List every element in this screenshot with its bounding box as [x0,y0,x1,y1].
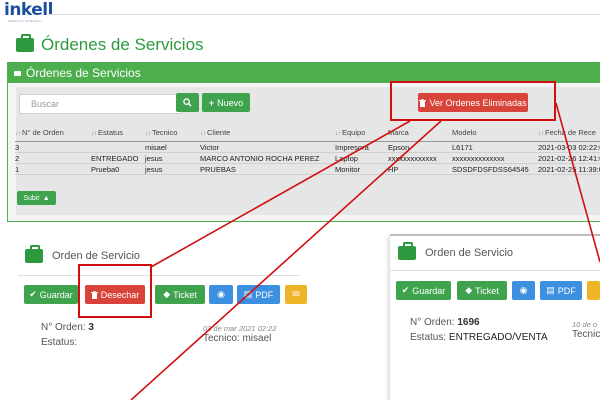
annotation-line [150,120,411,268]
annotation-line [130,120,442,400]
annotation-line [555,102,600,263]
annotation-arrows [130,102,600,400]
